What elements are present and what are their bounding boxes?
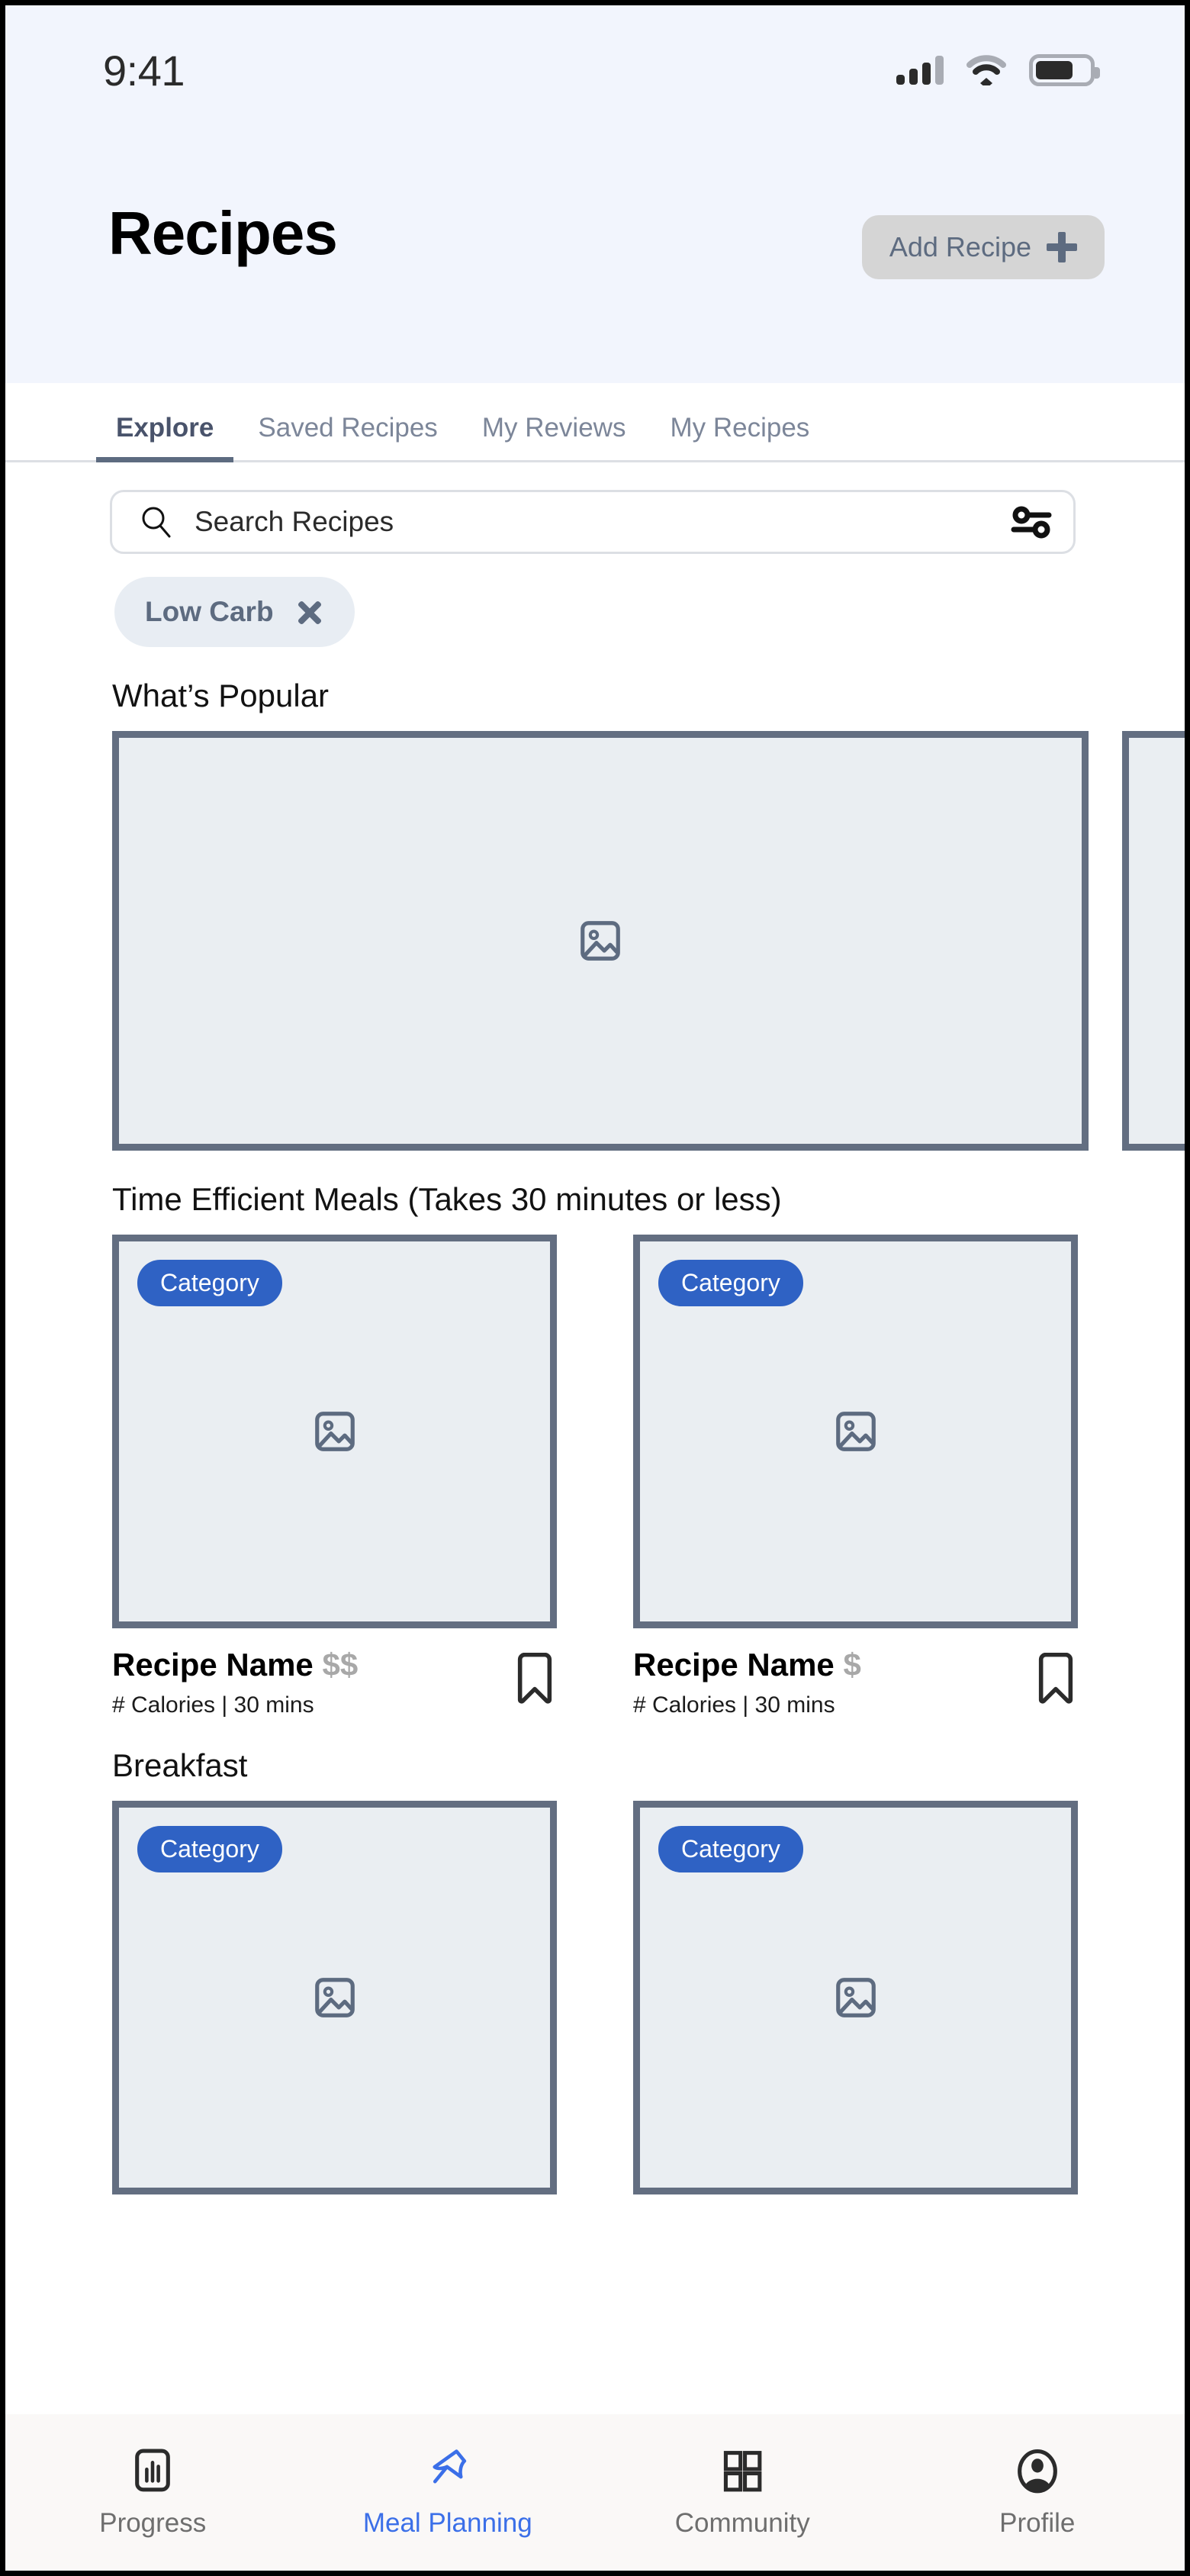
add-recipe-label: Add Recipe <box>889 231 1031 262</box>
recipe-card[interactable]: Category <box>112 1801 557 2194</box>
recipe-time: 30 mins <box>754 1692 835 1718</box>
image-placeholder-icon <box>314 1978 355 2017</box>
recipe-subinfo: # Calories | 30 mins <box>112 1692 358 1718</box>
tab-explore[interactable]: Explore <box>95 413 234 462</box>
category-badge: Category <box>137 1260 282 1306</box>
recipe-card[interactable]: Category Recipe Name $$ # Calories | 30 … <box>112 1235 557 1718</box>
phone-screen: 9:41 Recipes Add Recipe Explore Saved Re… <box>0 0 1190 2576</box>
time-efficient-card-row: Category Recipe Name $$ # Calories | 30 … <box>5 1235 1185 1718</box>
popular-carousel[interactable] <box>5 731 1185 1151</box>
cellular-signal-icon <box>896 56 944 85</box>
category-badge: Category <box>658 1260 803 1306</box>
bottom-navigation-bar: Progress Meal Planning Community Profile <box>5 2414 1185 2571</box>
nav-label-meal-planning: Meal Planning <box>362 2507 532 2538</box>
status-bar-icons <box>896 54 1100 86</box>
grid-squares-icon <box>724 2450 762 2491</box>
recipe-price: $ <box>843 1647 861 1682</box>
recipe-card[interactable]: Category <box>633 1801 1078 2194</box>
recipe-separator: | <box>221 1692 228 1718</box>
breakfast-card-row: Category Category <box>5 1801 1185 2194</box>
image-placeholder-icon <box>835 1978 876 2017</box>
recipe-separator: | <box>742 1692 749 1718</box>
hero-recipe-card[interactable] <box>112 731 1089 1151</box>
page-title: Recipes <box>108 199 338 267</box>
page-header: Recipes Add Recipe <box>5 135 1185 383</box>
recipe-calories: # Calories <box>633 1692 737 1718</box>
recipe-subinfo: # Calories | 30 mins <box>633 1692 861 1718</box>
recipe-name-row: Recipe Name $ <box>633 1647 861 1683</box>
active-filter-chips: Low Carb <box>5 554 1185 647</box>
nav-item-community[interactable]: Community <box>595 2447 890 2539</box>
filter-chip-label: Low Carb <box>145 596 274 627</box>
tab-saved-recipes[interactable]: Saved Recipes <box>258 413 437 460</box>
recipe-card-meta: Recipe Name $ # Calories | 30 mins <box>633 1628 1078 1718</box>
add-recipe-button[interactable]: Add Recipe <box>861 215 1105 279</box>
bookmark-icon[interactable] <box>513 1653 557 1705</box>
section-title-time-efficient: Time Efficient Meals (Takes 30 minutes o… <box>112 1181 782 1217</box>
nav-label-progress: Progress <box>99 2507 207 2538</box>
nav-item-progress[interactable]: Progress <box>5 2447 301 2539</box>
recipe-name: Recipe Name <box>112 1647 314 1682</box>
image-placeholder-icon <box>581 921 620 961</box>
recipe-card-image[interactable]: Category <box>633 1235 1078 1628</box>
nav-item-profile[interactable]: Profile <box>890 2447 1185 2539</box>
search-input[interactable]: Search Recipes <box>110 490 1076 554</box>
plus-icon <box>1047 232 1077 262</box>
nav-label-community: Community <box>674 2507 810 2538</box>
tab-bar: Explore Saved Recipes My Reviews My Reci… <box>5 383 1185 462</box>
status-bar-clock: 9:41 <box>103 46 185 95</box>
filter-chip-low-carb[interactable]: Low Carb <box>114 577 355 647</box>
tab-my-recipes[interactable]: My Recipes <box>670 413 809 460</box>
close-x-icon[interactable] <box>295 597 324 626</box>
search-icon <box>142 507 171 538</box>
recipe-card[interactable]: Category Recipe Name $ # Calories | 30 m… <box>633 1235 1078 1718</box>
tab-my-reviews[interactable]: My Reviews <box>482 413 626 460</box>
recipe-card-meta: Recipe Name $$ # Calories | 30 mins <box>112 1628 557 1718</box>
nav-label-profile: Profile <box>999 2507 1076 2538</box>
search-placeholder-text: Search Recipes <box>195 506 394 537</box>
recipe-time: 30 mins <box>233 1692 314 1718</box>
recipe-card-image[interactable]: Category <box>112 1235 557 1628</box>
image-placeholder-icon <box>314 1412 355 1451</box>
person-circle-icon <box>1017 2449 1057 2493</box>
wifi-icon <box>966 55 1006 85</box>
category-badge: Category <box>137 1826 282 1872</box>
recipe-card-image[interactable]: Category <box>633 1801 1078 2194</box>
category-badge: Category <box>658 1826 803 1872</box>
recipe-name-row: Recipe Name $$ <box>112 1647 358 1683</box>
nav-item-meal-planning[interactable]: Meal Planning <box>301 2447 596 2539</box>
progress-chart-icon <box>135 2449 171 2491</box>
recipe-calories: # Calories <box>112 1692 216 1718</box>
recipe-price: $$ <box>322 1647 359 1682</box>
bookmark-icon[interactable] <box>1034 1653 1078 1705</box>
battery-icon <box>1029 54 1100 86</box>
recipe-name: Recipe Name <box>633 1647 835 1682</box>
recipe-card-image[interactable]: Category <box>112 1801 557 2194</box>
status-bar: 9:41 <box>5 5 1185 135</box>
filter-sliders-icon[interactable] <box>1011 504 1052 540</box>
section-title-popular: What’s Popular <box>112 678 330 713</box>
section-title-breakfast: Breakfast <box>112 1747 248 1783</box>
hero-recipe-card-next[interactable] <box>1122 731 1185 1151</box>
meal-pin-icon <box>433 2449 466 2483</box>
search-section: Search Recipes <box>5 462 1185 554</box>
image-placeholder-icon <box>835 1412 876 1451</box>
